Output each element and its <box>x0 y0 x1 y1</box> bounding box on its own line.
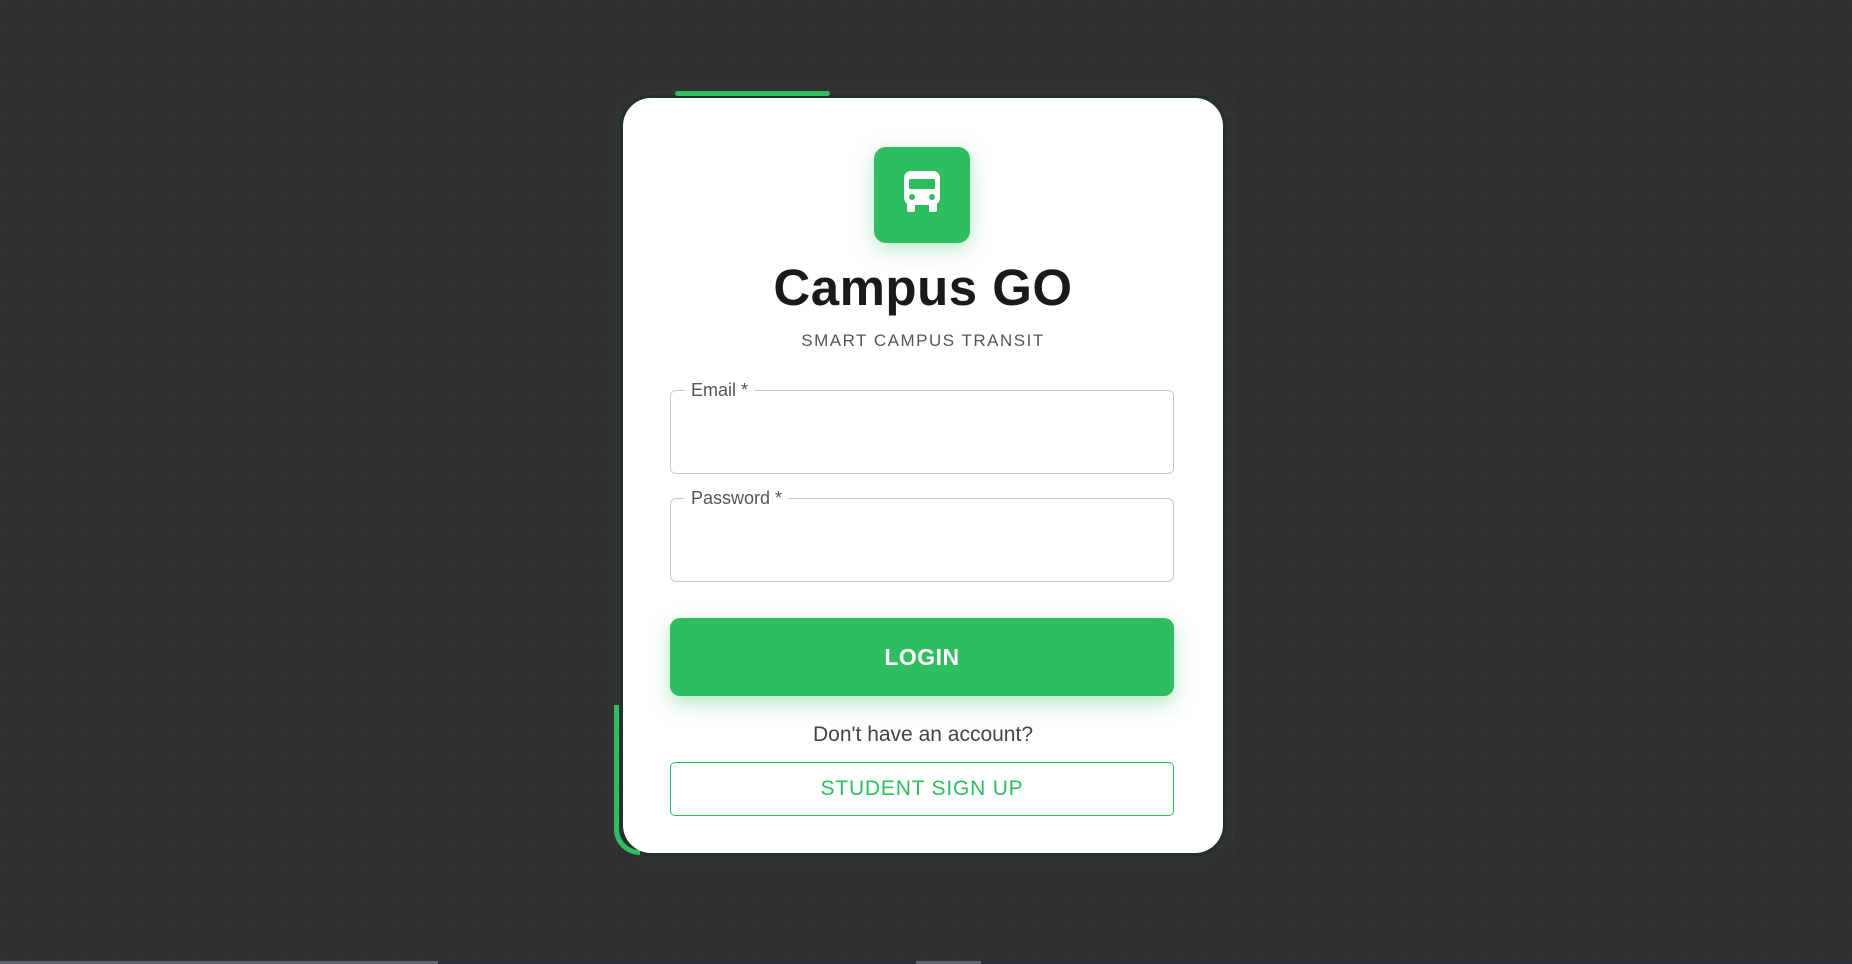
app-logo <box>874 147 970 243</box>
password-label: Password * <box>685 486 789 510</box>
email-field[interactable]: Email * <box>670 378 1174 474</box>
email-label: Email * <box>685 378 755 402</box>
accent-bar-top <box>675 91 830 96</box>
bus-icon <box>900 169 944 222</box>
signup-prompt: Don't have an account? <box>813 723 1033 746</box>
app-title: Campus GO <box>773 259 1073 316</box>
password-input[interactable] <box>687 521 1161 563</box>
login-button[interactable]: LOGIN <box>670 618 1174 696</box>
app-subtitle: SMART CAMPUS TRANSIT <box>801 331 1045 350</box>
login-card: Campus GO SMART CAMPUS TRANSIT Email * P… <box>623 98 1223 853</box>
email-input[interactable] <box>687 413 1161 455</box>
password-field[interactable]: Password * <box>670 486 1174 582</box>
student-signup-button[interactable]: STUDENT SIGN UP <box>670 762 1174 816</box>
